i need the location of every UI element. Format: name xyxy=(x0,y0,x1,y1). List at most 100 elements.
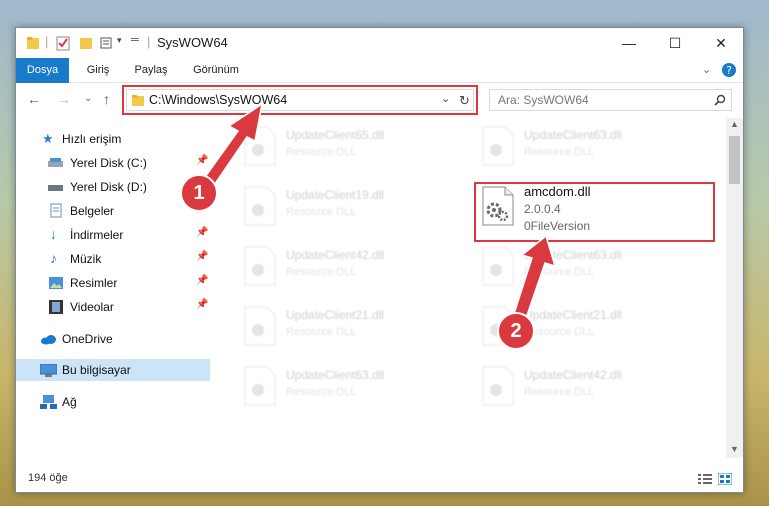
search-icon[interactable] xyxy=(714,94,726,106)
file-name: UpdateClient42.dll xyxy=(524,368,623,382)
file-name: UpdateClient42.dll xyxy=(286,248,385,262)
sidebar-item-local-disk-c[interactable]: Yerel Disk (C:) 📌 xyxy=(16,152,210,174)
sidebar-item-downloads[interactable]: ↓ İndirmeler 📌 xyxy=(16,224,210,246)
dll-file-icon xyxy=(244,366,276,406)
sidebar-item-documents[interactable]: Belgeler 📌 xyxy=(16,200,210,222)
tab-view[interactable]: Görünüm xyxy=(186,58,246,82)
dll-file-icon xyxy=(482,126,514,166)
computer-icon xyxy=(40,364,57,377)
address-highlight-box xyxy=(122,85,478,115)
dll-file-icon xyxy=(244,186,276,226)
file-item[interactable]: UpdateClient63.dll Resource DLL xyxy=(476,124,696,172)
sidebar-item-label: Ağ xyxy=(62,395,77,409)
details-view-icon[interactable] xyxy=(698,473,712,485)
music-icon: ♪ xyxy=(50,250,57,266)
close-button[interactable]: ✕ xyxy=(698,28,743,58)
documents-icon xyxy=(50,203,62,218)
ribbon-expand-icon[interactable]: ⌄ xyxy=(702,63,711,76)
file-type: Resource DLL xyxy=(286,146,357,158)
file-name: UpdateClient63.dll xyxy=(286,368,385,382)
separator: | xyxy=(45,34,49,49)
dll-file-icon xyxy=(482,366,514,406)
back-arrow-icon[interactable]: ← xyxy=(27,91,41,107)
file-item[interactable]: UpdateClient21.dll Resource DLL xyxy=(238,304,458,352)
sidebar-item-onedrive[interactable]: OneDrive xyxy=(16,328,210,350)
forward-arrow-icon[interactable]: → xyxy=(57,91,71,107)
navigation-pane: ★ Hızlı erişim Yerel Disk (C:) 📌 Yerel D… xyxy=(16,118,210,458)
pin-icon[interactable]: 📌 xyxy=(196,251,208,262)
file-explorer-window: | ▾ ═ | SysWOW64 — ☐ ✕ Dosya Giriş Payla… xyxy=(15,27,744,493)
dll-file-icon xyxy=(482,246,514,286)
minimize-button[interactable]: — xyxy=(606,28,652,58)
tab-home[interactable]: Giriş xyxy=(78,58,118,82)
file-item[interactable]: UpdateClient42.dll Resource DLL xyxy=(238,244,458,292)
file-type: Resource DLL xyxy=(286,386,357,398)
sidebar-item-label: Yerel Disk (D:) xyxy=(70,180,147,194)
pin-icon[interactable]: 📌 xyxy=(196,275,208,286)
sidebar-item-this-pc[interactable]: Bu bilgisayar xyxy=(16,359,210,381)
drive-icon xyxy=(48,185,63,191)
up-arrow-icon[interactable]: ↑ xyxy=(103,91,110,107)
file-type: Resource DLL xyxy=(286,326,357,338)
separator: | xyxy=(147,34,151,49)
new-folder-icon[interactable] xyxy=(79,35,93,51)
file-type: Resource DLL xyxy=(524,386,595,398)
file-name: UpdateClient19.dll xyxy=(286,188,385,202)
file-item[interactable]: UpdateClient19.dll Resource DLL xyxy=(238,184,458,232)
scrollbar-thumb[interactable] xyxy=(729,136,740,184)
sidebar-item-label: Hızlı erişim xyxy=(62,132,122,146)
dropdown-arrow-icon[interactable]: ═ xyxy=(131,34,139,46)
sidebar-item-label: OneDrive xyxy=(62,332,113,346)
folder-icon xyxy=(27,37,39,49)
sidebar-item-network[interactable]: Ağ xyxy=(16,391,210,413)
file-type: Resource DLL xyxy=(286,266,357,278)
file-item[interactable]: UpdateClient63.dll Resource DLL xyxy=(238,364,458,412)
maximize-button[interactable]: ☐ xyxy=(652,28,698,58)
dll-file-icon xyxy=(244,126,276,166)
videos-icon xyxy=(49,300,63,314)
file-item[interactable]: UpdateClient42.dll Resource DLL xyxy=(476,364,696,412)
pin-icon[interactable]: 📌 xyxy=(196,155,208,166)
scroll-up-icon[interactable]: ▲ xyxy=(730,119,739,129)
step-1-badge: 1 xyxy=(180,174,218,212)
file-name: UpdateClient65.dll xyxy=(286,128,385,142)
sidebar-item-label: İndirmeler xyxy=(70,228,124,242)
sidebar-item-pictures[interactable]: Resimler 📌 xyxy=(16,272,210,294)
pin-icon[interactable]: 📌 xyxy=(196,227,208,238)
drive-icon xyxy=(48,158,63,167)
file-list: UpdateClient65.dll Resource DLL UpdateCl… xyxy=(212,118,726,458)
file-name: UpdateClient63.dll xyxy=(524,248,623,262)
tiles-view-icon[interactable] xyxy=(718,473,732,485)
navigation-bar: ← → ⌄ ↑ C:\Windows\SysWOW64 ⌄ ↻ Ara: Sys… xyxy=(16,83,743,117)
sidebar-item-music[interactable]: ♪ Müzik 📌 xyxy=(16,248,210,270)
file-item[interactable]: UpdateClient65.dll Resource DLL xyxy=(238,124,458,172)
ribbon-tabs: Dosya Giriş Paylaş Görünüm ⌄ ? xyxy=(16,58,743,106)
search-box[interactable]: Ara: SysWOW64 xyxy=(489,89,732,111)
recent-locations-icon[interactable]: ⌄ xyxy=(84,93,92,104)
sidebar-item-videos[interactable]: Videolar 📌 xyxy=(16,296,210,318)
file-highlight-box xyxy=(474,182,715,242)
download-icon: ↓ xyxy=(50,226,57,242)
dll-file-icon xyxy=(244,306,276,346)
file-type: Resource DLL xyxy=(286,206,357,218)
chevron-down-icon[interactable]: ▾ xyxy=(117,35,122,46)
file-item[interactable]: UpdateClient63.dll Resource DLL xyxy=(476,244,696,292)
tab-share[interactable]: Paylaş xyxy=(128,58,174,82)
star-icon: ★ xyxy=(42,131,54,146)
sidebar-item-quick-access[interactable]: ★ Hızlı erişim xyxy=(16,128,210,150)
sidebar-item-label: Yerel Disk (C:) xyxy=(70,156,147,170)
vertical-scrollbar[interactable]: ▲ ▼ xyxy=(726,118,743,458)
customize-icon[interactable] xyxy=(100,35,114,51)
pin-icon[interactable]: 📌 xyxy=(196,299,208,310)
scroll-down-icon[interactable]: ▼ xyxy=(730,444,739,454)
file-type: Resource DLL xyxy=(524,146,595,158)
search-input[interactable]: Ara: SysWOW64 xyxy=(498,93,589,107)
step-2-badge: 2 xyxy=(497,312,535,350)
status-bar: 194 öğe xyxy=(16,468,743,492)
properties-icon[interactable] xyxy=(56,35,70,51)
sidebar-item-label: Resimler xyxy=(70,276,118,290)
cloud-icon xyxy=(41,335,56,345)
help-icon[interactable]: ? xyxy=(721,62,737,78)
sidebar-item-label: Müzik xyxy=(70,252,102,266)
svg-text:?: ? xyxy=(726,64,732,77)
